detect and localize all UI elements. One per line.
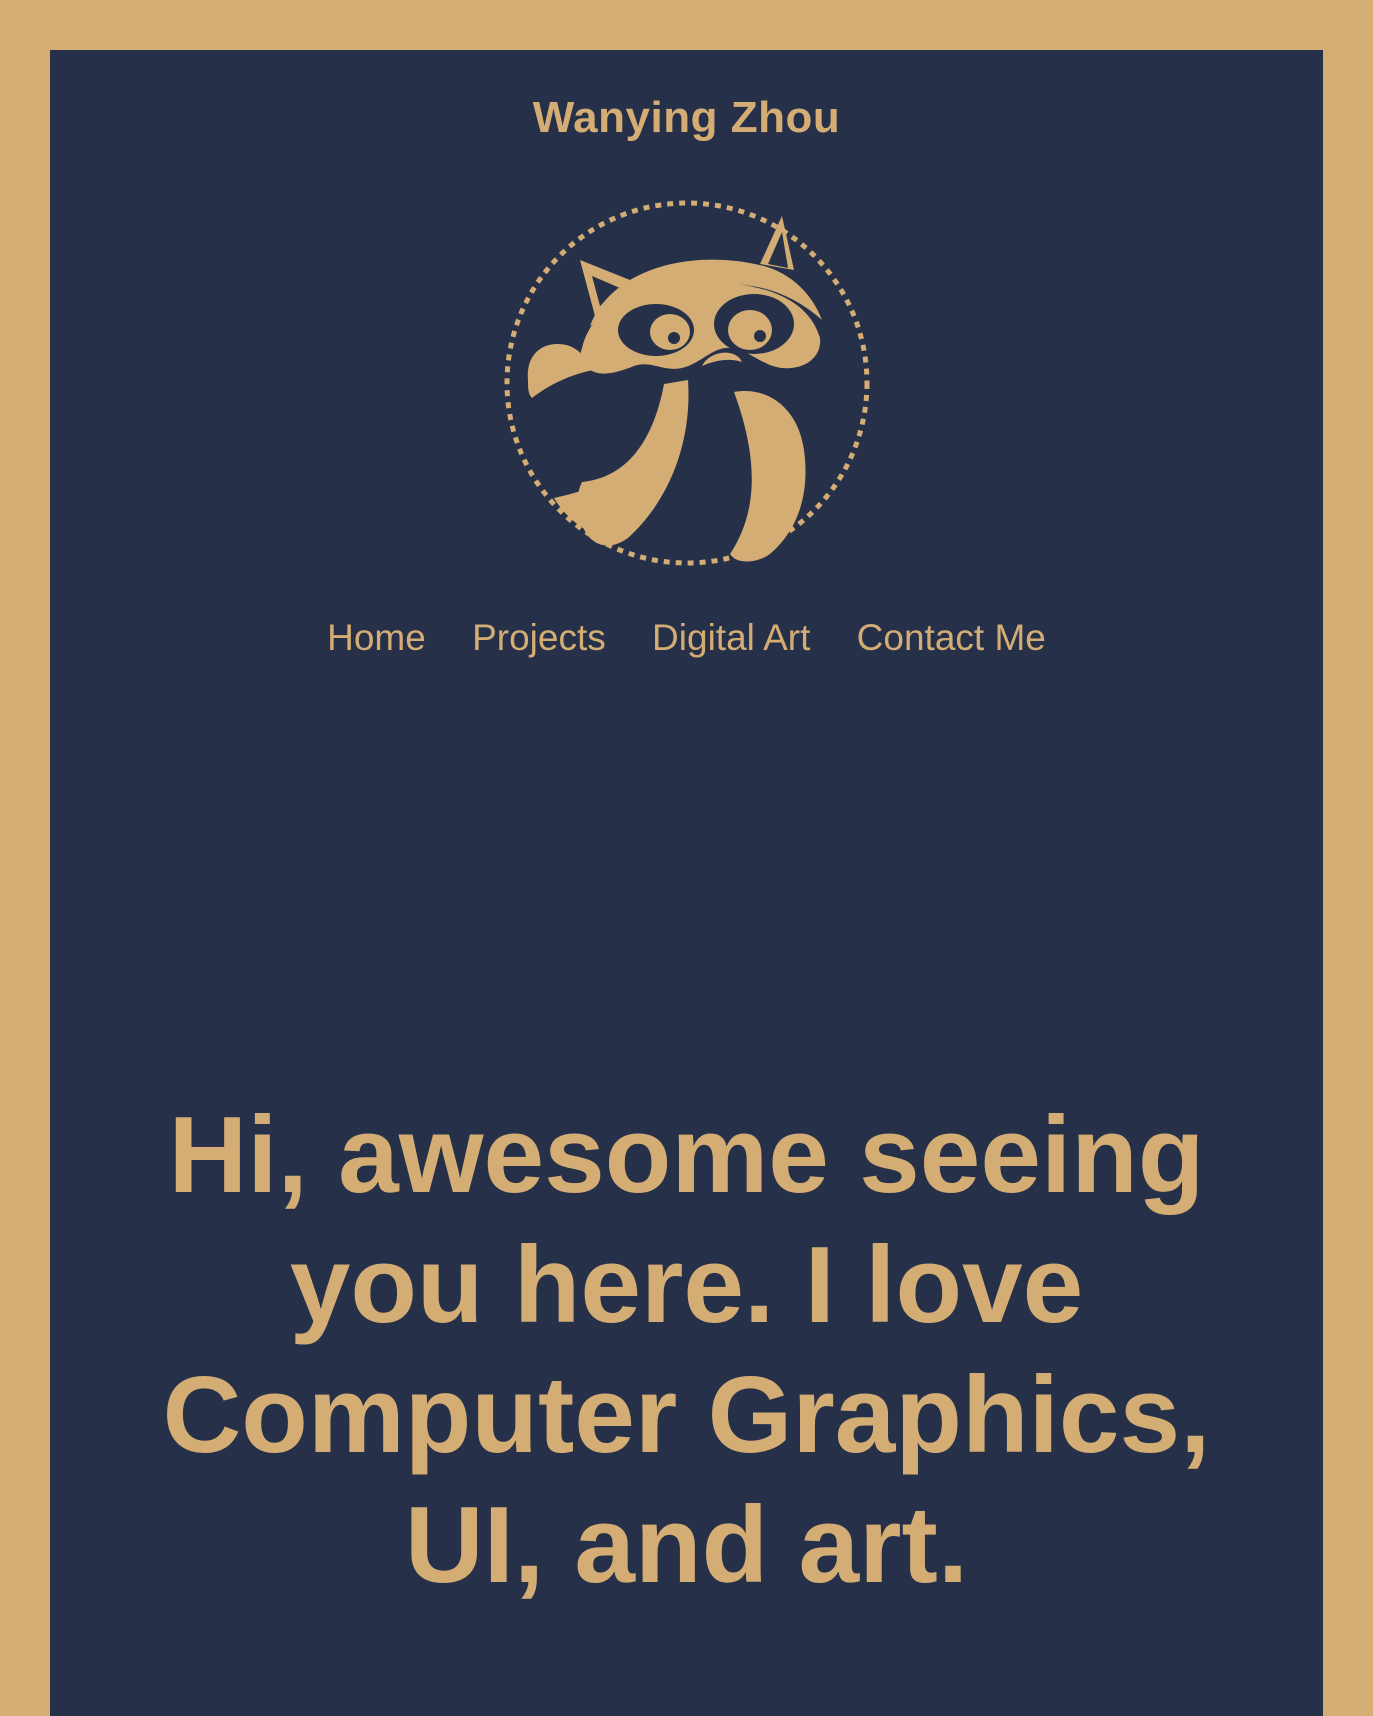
site-title[interactable]: Wanying Zhou [50,90,1323,146]
nav-home[interactable]: Home [327,617,426,658]
nav-digital-art[interactable]: Digital Art [652,617,810,658]
main-panel: Wanying Zhou Home Projects Digital Art C… [50,50,1323,1716]
main-nav: Home Projects Digital Art Contact Me [50,615,1323,661]
hero-heading: Hi, awesome seeing you here. I love Comp… [162,1094,1211,1606]
raccoon-logo-icon[interactable] [502,198,872,568]
nav-projects[interactable]: Projects [472,617,606,658]
nav-contact-me[interactable]: Contact Me [857,617,1046,658]
